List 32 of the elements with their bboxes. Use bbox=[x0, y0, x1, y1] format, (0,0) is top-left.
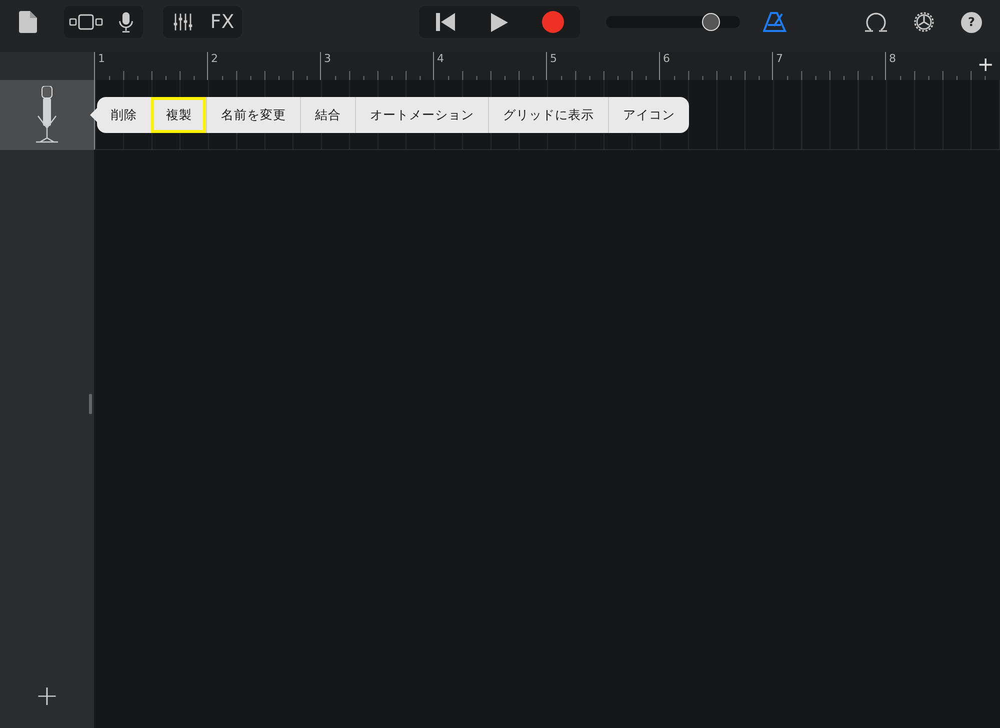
menu-item[interactable]: 名前を変更 bbox=[206, 97, 300, 133]
settings-icon[interactable] bbox=[912, 10, 936, 34]
menu-item[interactable]: 削除 bbox=[97, 97, 151, 133]
menu-item[interactable]: 複製 bbox=[151, 97, 206, 133]
metronome-icon[interactable] bbox=[763, 12, 787, 32]
bar-number: 3 bbox=[324, 53, 331, 64]
bar-number: 7 bbox=[776, 53, 783, 64]
bar-number: 2 bbox=[211, 53, 218, 64]
bar-number: 8 bbox=[889, 53, 896, 64]
document-icon[interactable] bbox=[19, 11, 37, 33]
mixer-icon bbox=[172, 11, 193, 33]
skip-back-icon bbox=[436, 13, 456, 31]
bar-number: 5 bbox=[550, 53, 557, 64]
volume-slider[interactable] bbox=[606, 16, 740, 28]
loop-icon[interactable] bbox=[864, 11, 888, 33]
bar-number: 6 bbox=[663, 53, 670, 64]
play-icon bbox=[491, 12, 508, 32]
menu-item[interactable]: アイコン bbox=[608, 97, 689, 133]
tracks-view-icon bbox=[69, 14, 104, 30]
microphone-icon bbox=[34, 86, 60, 144]
resize-handle[interactable] bbox=[89, 394, 92, 414]
bar-number: 1 bbox=[98, 53, 105, 64]
microphone-icon bbox=[118, 11, 134, 33]
menu-item[interactable]: 結合 bbox=[300, 97, 355, 133]
record-icon bbox=[542, 11, 564, 33]
add-track-button[interactable]: + bbox=[35, 682, 59, 710]
add-section-button[interactable]: + bbox=[977, 54, 994, 74]
slider-thumb[interactable] bbox=[702, 13, 720, 31]
bar-number: 4 bbox=[437, 53, 444, 64]
menu-item[interactable]: オートメーション bbox=[355, 97, 488, 133]
menu-item[interactable]: グリッドに表示 bbox=[488, 97, 608, 133]
help-button[interactable]: ? bbox=[961, 12, 982, 33]
